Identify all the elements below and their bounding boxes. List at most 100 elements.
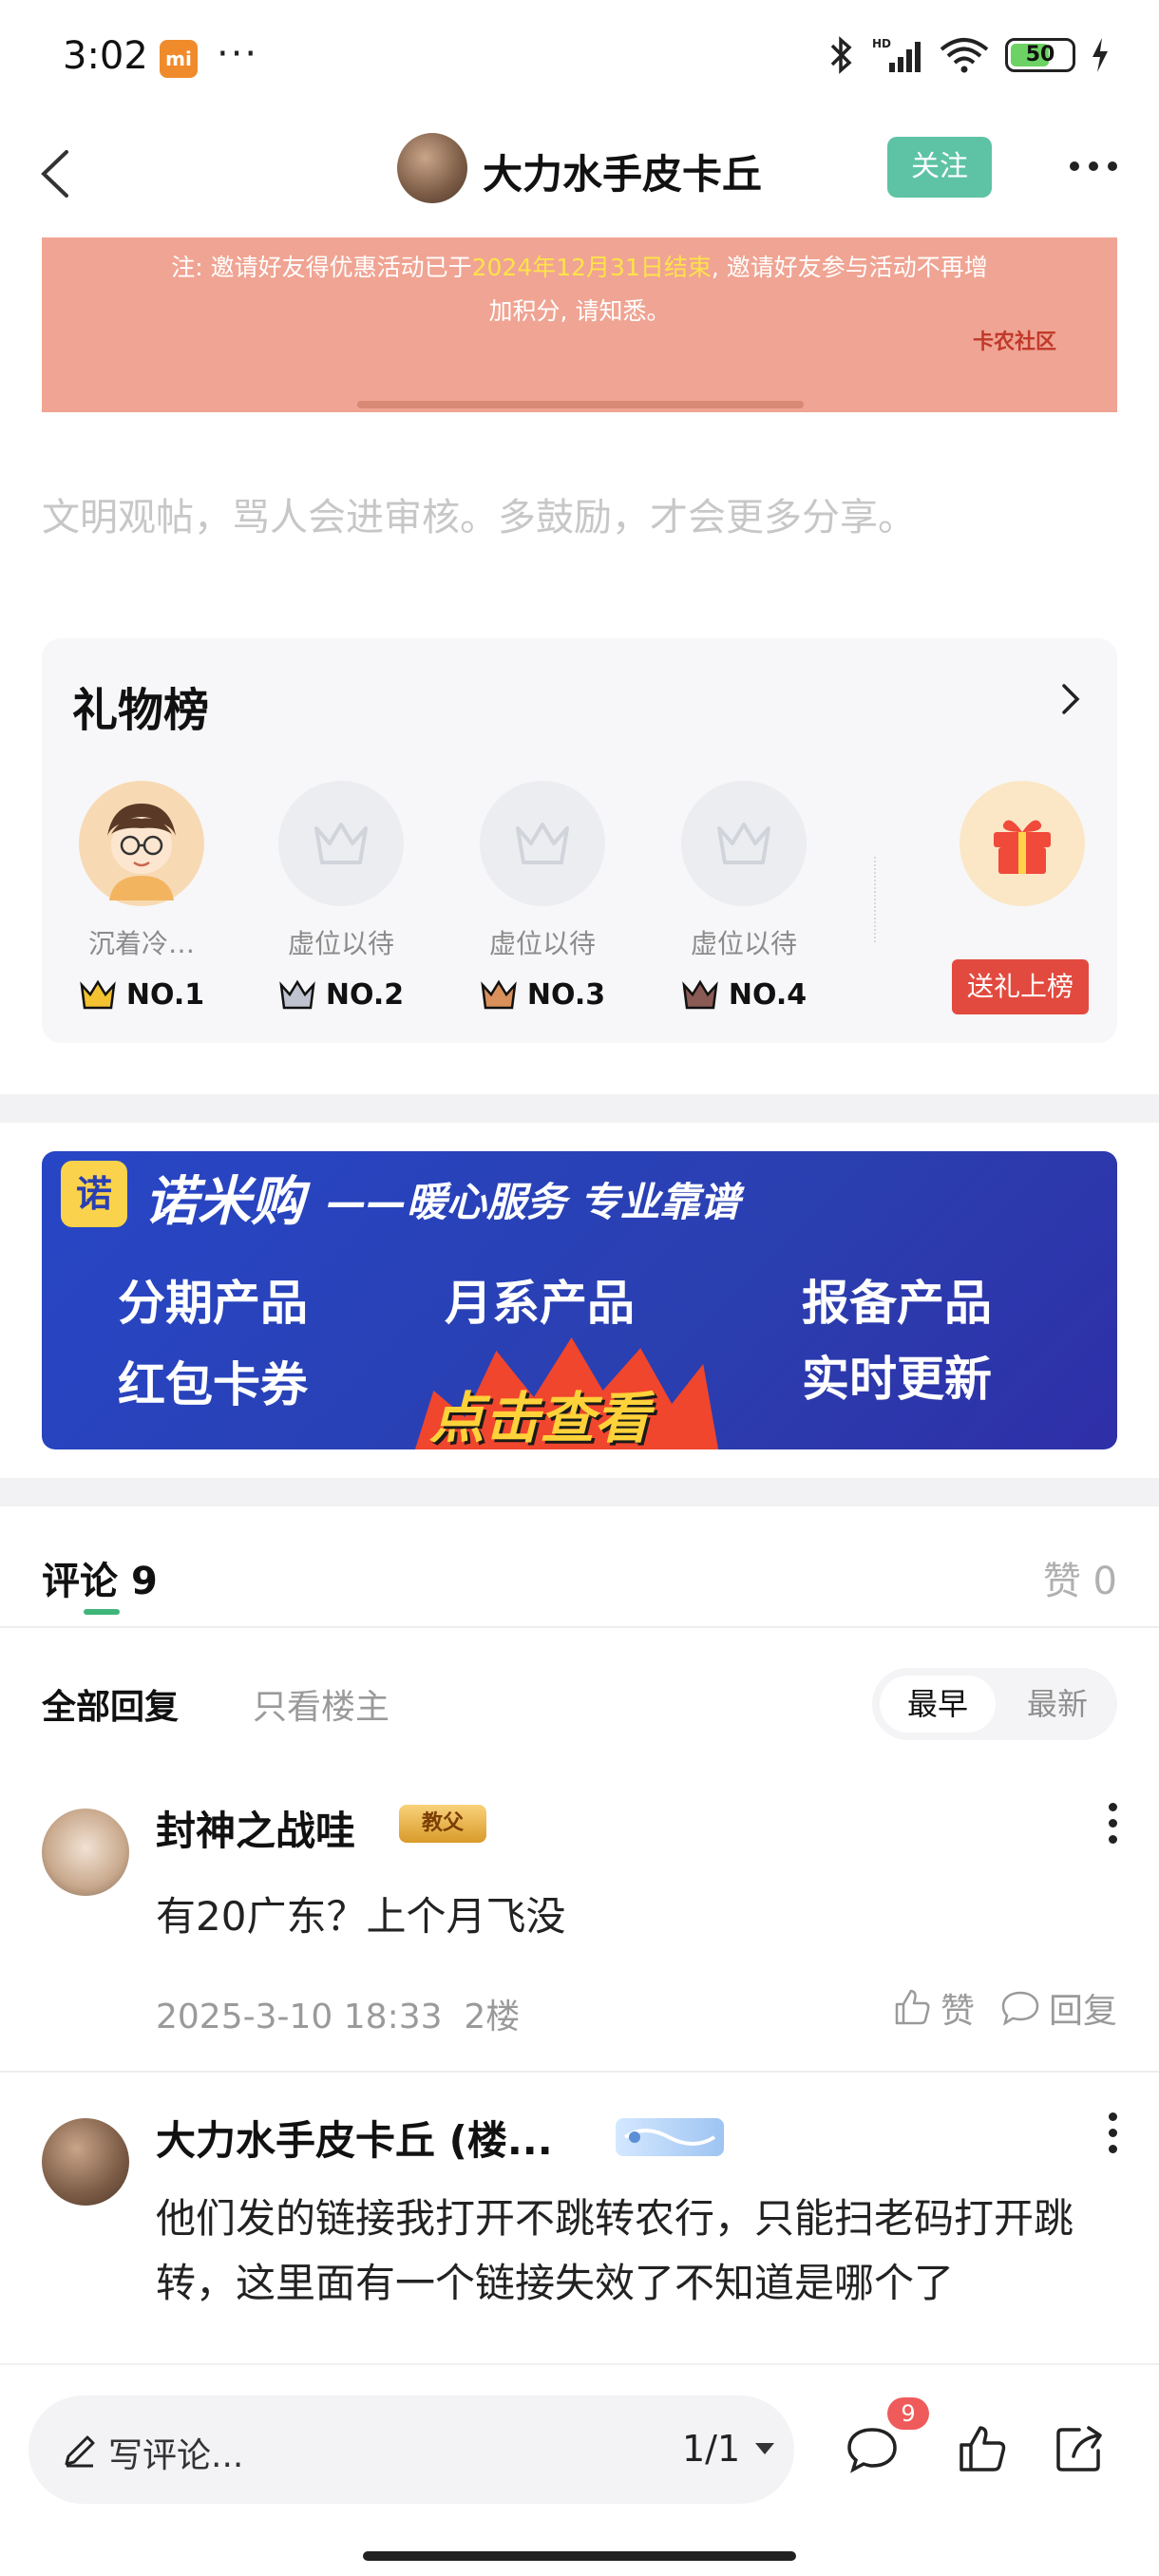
sort-toggle: 最早 最新 xyxy=(872,1668,1117,1740)
charging-icon xyxy=(1092,38,1108,72)
ad-item: 分期产品 xyxy=(118,1276,308,1331)
share-icon[interactable] xyxy=(1051,2420,1108,2477)
ad-banner[interactable]: 诺 诺米购 ——暖心服务 专业靠谱 分期产品 月系产品 报备产品 红包卡券 实时… xyxy=(42,1151,1117,1449)
mi-notification-icon: mi xyxy=(160,40,198,78)
gift-rank-slot[interactable]: 沉着冷… NO.1 xyxy=(70,781,213,1012)
battery-icon: 50 xyxy=(1005,38,1075,72)
ad-cta[interactable]: 点击查看 xyxy=(429,1373,650,1449)
crown-bronze-icon xyxy=(481,979,517,1009)
avatar[interactable] xyxy=(42,1809,129,1896)
gift-ranking-title[interactable]: 礼物榜 xyxy=(72,672,209,739)
gift-rank-label: NO.4 xyxy=(673,978,815,1012)
tab-likes[interactable]: 赞 0 xyxy=(1043,1550,1117,1605)
comment-actions: 赞 回复 xyxy=(891,1983,1117,2033)
thumbs-up-icon[interactable] xyxy=(954,2420,1011,2477)
civil-notice: 文明观帖，骂人会进审核。多鼓励，才会更多分享。 xyxy=(42,496,916,540)
crown-outline-icon xyxy=(516,823,569,864)
comment-divider xyxy=(0,2071,1159,2073)
image-scroll-indicator xyxy=(357,401,804,408)
page-selector[interactable]: 1/1 xyxy=(682,2428,776,2470)
crown-gold-icon xyxy=(80,979,116,1009)
home-indicator xyxy=(363,2551,796,2561)
avatar xyxy=(79,781,204,906)
status-right-group: HD 50 xyxy=(828,36,1110,74)
chevron-right-icon[interactable] xyxy=(1051,680,1089,718)
status-bar: 3:02 mi ··· HD 50 xyxy=(0,0,1159,114)
ad-tagline: ——暖心服务 专业靠谱 xyxy=(327,1179,740,1225)
crown-silver-icon xyxy=(279,979,315,1009)
more-notifications-icon: ··· xyxy=(217,32,259,76)
comment-bubble-icon[interactable] xyxy=(844,2420,901,2477)
ad-item: 报备产品 xyxy=(802,1276,992,1331)
comment-bubble-icon xyxy=(1001,1991,1039,2026)
comment-username[interactable]: 大力水手皮卡丘 (楼... xyxy=(156,2109,553,2167)
gift-user-name: 虚位以待 xyxy=(690,928,797,959)
gift-user-name: 虚位以待 xyxy=(488,928,596,959)
sort-newest[interactable]: 最新 xyxy=(1005,1676,1110,1733)
gift-box-icon[interactable] xyxy=(960,781,1085,906)
comment-tabs: 评论 9 赞 0 xyxy=(0,1505,1159,1628)
ad-logo: 诺 xyxy=(61,1161,127,1227)
author-avatar[interactable] xyxy=(397,133,467,203)
gift-user-name: 虚位以待 xyxy=(287,928,394,959)
write-comment-placeholder: 写评论... xyxy=(108,2436,244,2475)
caret-down-icon xyxy=(755,2443,775,2454)
gift-rank-label: NO.3 xyxy=(471,978,614,1012)
back-icon[interactable] xyxy=(23,141,89,207)
gift-rank-slot[interactable]: 虚位以待 NO.2 xyxy=(270,781,412,1012)
kanong-logo: 卡农社区 xyxy=(972,331,1056,354)
sort-earliest[interactable]: 最早 xyxy=(880,1676,996,1733)
gift-ranking-card: 礼物榜 沉着冷… NO.1 虚位以待 NO.2 虚位以待 NO.3 虚位以待 N… xyxy=(42,638,1117,1043)
ad-item: 红包卡券 xyxy=(118,1357,308,1412)
write-comment-input[interactable]: 写评论... 1/1 xyxy=(28,2396,794,2504)
crown-outline-icon xyxy=(717,823,770,864)
send-gift-button[interactable]: 送礼上榜 xyxy=(952,959,1089,1014)
gift-divider xyxy=(874,857,876,942)
comment-count-badge: 9 xyxy=(887,2397,929,2430)
ad-item: 实时更新 xyxy=(802,1352,992,1407)
gift-user-name: 沉着冷… xyxy=(87,928,195,959)
more-options-icon[interactable] xyxy=(1070,161,1117,171)
battery-level: 50 xyxy=(1025,43,1055,66)
filter-op-only[interactable]: 只看楼主 xyxy=(253,1679,390,1729)
comment-filter: 全部回复 只看楼主 最早 最新 xyxy=(0,1664,1159,1740)
comment-text: 他们发的链接我打开不跳转农行，只能扫老码打开跳转，这里面有一个链接失效了不知道是… xyxy=(156,2195,1074,2306)
empty-slot-avatar xyxy=(681,781,807,906)
ad-item: 月系产品 xyxy=(445,1276,635,1331)
crown-dark-icon xyxy=(682,979,718,1009)
user-level-badge xyxy=(616,2118,724,2156)
comment-username[interactable]: 封神之战哇 xyxy=(156,1799,355,1857)
bottom-bar: 写评论... 1/1 9 xyxy=(0,2363,1159,2576)
promo-line-2: 加积分, 请知悉。 xyxy=(488,297,671,325)
reply-button[interactable]: 回复 xyxy=(999,1983,1117,2033)
avatar[interactable] xyxy=(42,2118,129,2206)
post-header: 大力水手皮卡丘 关注 xyxy=(0,114,1159,234)
signal-icon: HD xyxy=(872,37,921,72)
wifi-icon xyxy=(940,38,989,73)
pencil-icon xyxy=(65,2435,95,2468)
svg-text:HD: HD xyxy=(872,37,891,50)
comment-more-icon[interactable] xyxy=(1109,1803,1117,1844)
filter-all-replies[interactable]: 全部回复 xyxy=(42,1679,179,1729)
promo-notice-image: 注: 邀请好友得优惠活动已于2024年12月31日结束, 邀请好友参与活动不再增… xyxy=(42,237,1117,412)
section-separator xyxy=(0,1478,1159,1506)
promo-line-1: 注: 邀请好友得优惠活动已于2024年12月31日结束, 邀请好友参与活动不再增 xyxy=(171,254,988,281)
follow-button[interactable]: 关注 xyxy=(887,137,992,198)
status-time: 3:02 xyxy=(63,34,148,78)
thumbs-up-icon xyxy=(895,1989,930,2025)
author-name[interactable]: 大力水手皮卡丘 xyxy=(483,142,762,200)
gift-rank-slot[interactable]: 虚位以待 NO.3 xyxy=(471,781,614,1012)
empty-slot-avatar xyxy=(480,781,605,906)
gift-rank-slot[interactable]: 虚位以待 NO.4 xyxy=(673,781,815,1012)
comment-text: 有20广东？上个月飞没 xyxy=(156,1893,566,1940)
ad-brand: 诺米购 xyxy=(144,1171,304,1233)
level-badge-icon xyxy=(623,2129,716,2146)
user-title-badge: 教父 xyxy=(399,1805,486,1843)
tab-comments[interactable]: 评论 9 xyxy=(42,1550,158,1605)
tab-underline xyxy=(84,1609,120,1615)
comment-more-icon[interactable] xyxy=(1109,2112,1117,2153)
comment-meta: 2025-3-10 18:33 2楼 xyxy=(156,1998,521,2036)
crown-outline-icon xyxy=(314,823,368,864)
cartoon-avatar-icon xyxy=(85,786,199,900)
like-button[interactable]: 赞 xyxy=(891,1983,975,2033)
